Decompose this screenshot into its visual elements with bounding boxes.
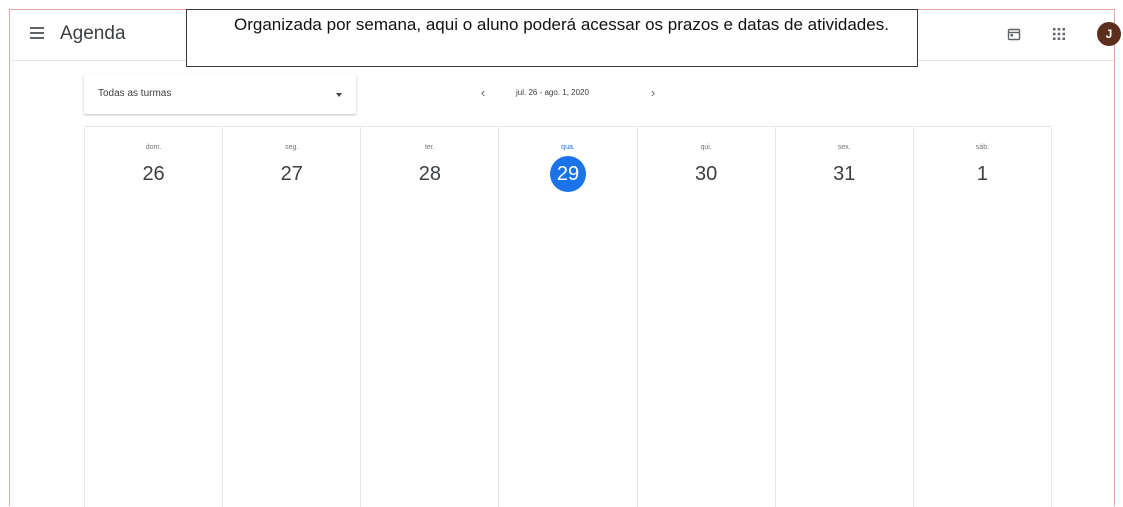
dropdown-arrow-icon bbox=[336, 93, 342, 97]
day-name: qui. bbox=[700, 144, 712, 151]
day-name: seg. bbox=[285, 144, 299, 151]
day-number: 28 bbox=[418, 163, 441, 185]
day-column-sunday[interactable]: dom. 26 bbox=[84, 127, 222, 507]
calendar-icon[interactable] bbox=[1007, 27, 1021, 41]
chevron-left-icon[interactable]: ‹ bbox=[476, 86, 490, 100]
day-number-today: 29 bbox=[499, 156, 636, 192]
day-name: qua. bbox=[561, 144, 575, 151]
day-name: ter. bbox=[424, 144, 435, 151]
annotation-callout: Organizada por semana, aqui o aluno pode… bbox=[186, 9, 918, 67]
week-range: jul. 26 - ago. 1, 2020 bbox=[516, 88, 589, 97]
page-title: Agenda bbox=[60, 23, 126, 44]
day-name: sáb. bbox=[975, 144, 990, 151]
apps-grid-icon[interactable] bbox=[1052, 27, 1066, 41]
week-grid: dom. 26 seg. 27 ter. 28 qua. 29 qui. 30 … bbox=[84, 126, 1052, 507]
class-filter-value: Todas as turmas bbox=[98, 88, 172, 99]
day-column-thursday[interactable]: qui. 30 bbox=[636, 127, 775, 507]
day-number: 31 bbox=[833, 163, 856, 185]
menu-icon[interactable] bbox=[30, 27, 44, 39]
day-number: 30 bbox=[695, 163, 718, 185]
day-column-wednesday-today[interactable]: qua. 29 bbox=[498, 127, 636, 507]
day-column-saturday[interactable]: sáb. 1 bbox=[912, 127, 1052, 507]
day-column-tuesday[interactable]: ter. 28 bbox=[360, 127, 498, 507]
avatar[interactable]: J bbox=[1097, 22, 1121, 46]
class-filter-select[interactable]: Todas as turmas bbox=[84, 74, 356, 114]
day-column-friday[interactable]: sex. 31 bbox=[774, 127, 913, 507]
chevron-right-icon[interactable]: › bbox=[646, 86, 660, 100]
day-number: 26 bbox=[142, 163, 165, 185]
day-name: dom. bbox=[145, 144, 162, 151]
day-name: sex. bbox=[837, 144, 851, 151]
day-number: 27 bbox=[280, 163, 303, 185]
today-badge: 29 bbox=[549, 156, 586, 192]
day-column-monday[interactable]: seg. 27 bbox=[222, 127, 360, 507]
day-number: 1 bbox=[976, 163, 988, 185]
